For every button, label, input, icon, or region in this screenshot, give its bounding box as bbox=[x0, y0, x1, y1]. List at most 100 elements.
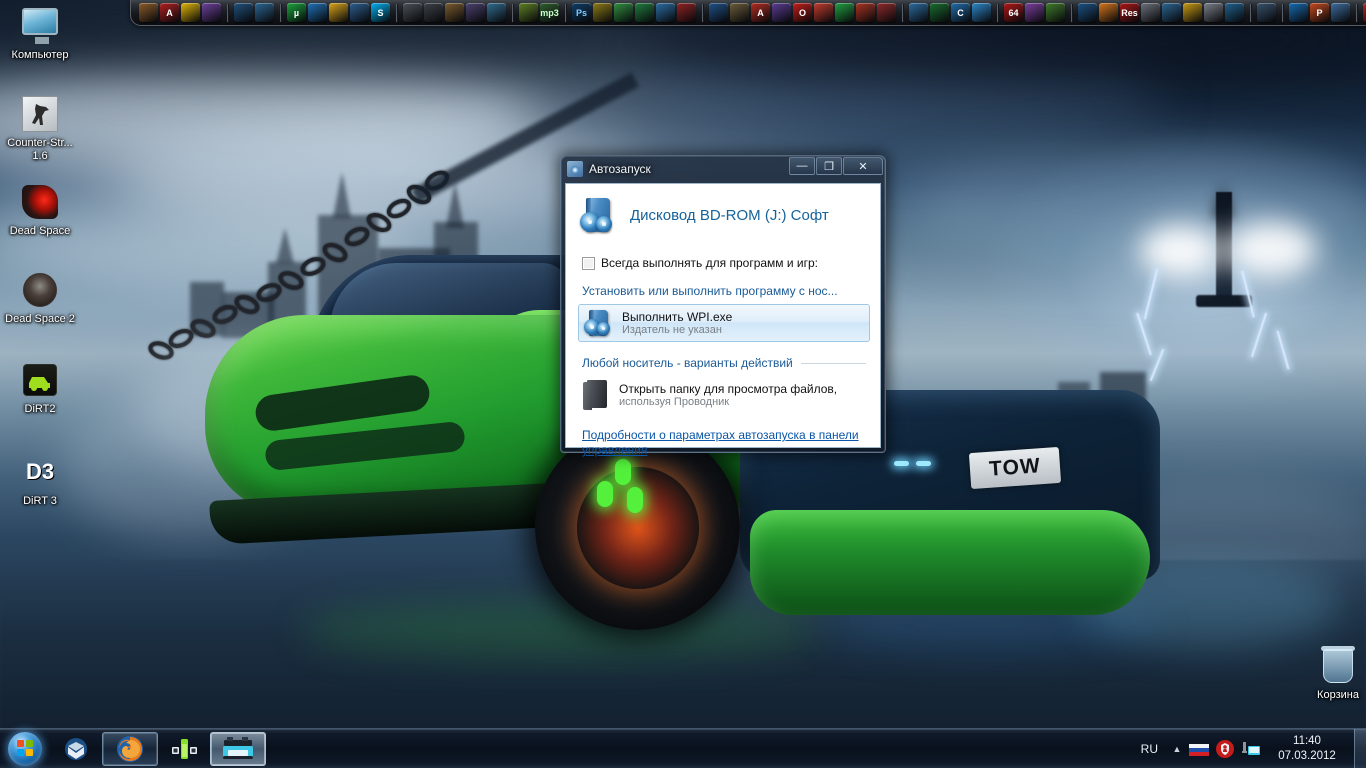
network-icon[interactable] bbox=[1241, 739, 1261, 759]
taskbar-thunderbird[interactable] bbox=[54, 732, 98, 766]
resource-hacker-icon[interactable]: Res bbox=[1120, 3, 1139, 22]
folder-icon bbox=[583, 380, 609, 410]
thunderbird-icon bbox=[65, 737, 87, 760]
section-program-text: Установить или выполнить программу с нос… bbox=[582, 284, 838, 298]
security-shield-icon[interactable] bbox=[1215, 739, 1235, 759]
nero-burn-icon[interactable] bbox=[519, 3, 538, 22]
foxit-reader-icon[interactable] bbox=[772, 3, 791, 22]
network-tool-icon[interactable] bbox=[1331, 3, 1350, 22]
monitor-tool-icon[interactable] bbox=[1257, 3, 1276, 22]
maximize-button[interactable]: ❐ bbox=[816, 157, 842, 175]
winamp-icon[interactable] bbox=[329, 3, 348, 22]
jetaudio-icon[interactable] bbox=[350, 3, 369, 22]
nero-icon[interactable] bbox=[202, 3, 221, 22]
minimize-button[interactable]: — bbox=[789, 157, 815, 175]
skype-icon[interactable]: S bbox=[371, 3, 390, 22]
mp3-tool-icon[interactable]: mp3 bbox=[540, 3, 559, 22]
google-earth-icon[interactable] bbox=[1078, 3, 1097, 22]
desktop-icon-dirt2[interactable]: DiRT2 bbox=[2, 360, 78, 416]
always-do-this-checkbox[interactable] bbox=[582, 256, 595, 270]
toolbar-group: AO bbox=[705, 2, 900, 24]
office-word-icon[interactable] bbox=[709, 3, 728, 22]
desktop-icon-label: Dead Space 2 bbox=[5, 313, 75, 325]
media-player-icon[interactable] bbox=[255, 3, 274, 22]
desktop-tool-icon[interactable] bbox=[1162, 3, 1181, 22]
toolbar-separator bbox=[1356, 3, 1357, 22]
section-media-text: Любой носитель - варианты действий bbox=[582, 356, 793, 370]
teamviewer-icon[interactable] bbox=[1289, 3, 1308, 22]
chrome-icon[interactable] bbox=[814, 3, 833, 22]
key-finder-icon[interactable] bbox=[1183, 3, 1202, 22]
vlc-player-icon[interactable] bbox=[234, 3, 253, 22]
desktop-icon-computer[interactable]: Компьютер bbox=[2, 6, 78, 62]
nod32-icon[interactable] bbox=[909, 3, 928, 22]
flash-player-icon[interactable] bbox=[856, 3, 875, 22]
show-desktop-button[interactable] bbox=[1354, 728, 1366, 768]
daemon-tools-icon[interactable] bbox=[181, 3, 200, 22]
unlocker-icon[interactable] bbox=[1204, 3, 1223, 22]
autoplay-dialog: Автозапуск — ❐ ✕ Дисковод BD-ROM (J:) Со… bbox=[560, 155, 886, 457]
ccleaner-icon[interactable] bbox=[445, 3, 464, 22]
clock-time: 11:40 bbox=[1293, 734, 1321, 747]
paint-tool-icon[interactable] bbox=[487, 3, 506, 22]
settings-gears-icon[interactable] bbox=[403, 3, 422, 22]
dead-space-icon bbox=[20, 182, 60, 222]
dialog-titlebar[interactable]: Автозапуск — ❐ ✕ bbox=[560, 155, 886, 182]
desktop-icon-dead-space[interactable]: Dead Space bbox=[2, 182, 78, 238]
always-do-this-label: Всегда выполнять для программ и игр: bbox=[601, 256, 819, 270]
quick-launch-toolbar[interactable]: AµSmp3PsAOC64ResPPe bbox=[130, 0, 1366, 26]
toolbar-separator bbox=[1250, 3, 1251, 22]
opera-icon[interactable]: O bbox=[793, 3, 812, 22]
clock[interactable]: 11:40 07.03.2012 bbox=[1264, 734, 1350, 764]
show-hidden-icons-button[interactable]: ▲ bbox=[1168, 744, 1186, 754]
system-info-icon[interactable] bbox=[1225, 3, 1244, 22]
desktop-icon-dead-space-2[interactable]: Dead Space 2 bbox=[2, 270, 78, 326]
dirt3-icon: D3 bbox=[25, 459, 55, 484]
desktop-icon-dirt3[interactable]: D3 DiRT 3 bbox=[2, 452, 78, 508]
codec-pack-icon[interactable] bbox=[877, 3, 896, 22]
utorrent-icon[interactable]: µ bbox=[287, 3, 306, 22]
action-run-wpi[interactable]: Выполнить WPI.exe Издатель не указан bbox=[578, 304, 870, 342]
everest-icon[interactable] bbox=[466, 3, 485, 22]
sunrise-app-icon[interactable] bbox=[1099, 3, 1118, 22]
autoplay-settings-link[interactable]: Подробности о параметрах автозапуска в п… bbox=[582, 428, 866, 458]
desktop-icon-recycle-bin[interactable]: Корзина bbox=[1300, 646, 1366, 702]
utorrent-alt-icon[interactable] bbox=[835, 3, 854, 22]
download-master-icon[interactable] bbox=[308, 3, 327, 22]
paint-net-icon[interactable] bbox=[677, 3, 696, 22]
driver-pack-icon[interactable] bbox=[1025, 3, 1044, 22]
tune-up-icon[interactable] bbox=[424, 3, 443, 22]
alcohol120-icon[interactable]: A bbox=[160, 3, 179, 22]
close-button[interactable]: ✕ bbox=[843, 157, 883, 175]
winrar-icon[interactable] bbox=[139, 3, 158, 22]
language-indicator[interactable]: RU bbox=[1131, 742, 1168, 756]
toolbar-group: P bbox=[1285, 2, 1354, 24]
image-viewer-icon[interactable] bbox=[656, 3, 675, 22]
always-do-this-row[interactable]: Всегда выполнять для программ и игр: bbox=[582, 256, 880, 270]
action-open-folder[interactable]: Открыть папку для просмотра файлов, испо… bbox=[578, 376, 870, 414]
desktop-icon-label: Компьютер bbox=[11, 49, 69, 61]
picasa-icon[interactable] bbox=[614, 3, 633, 22]
taskbar-device[interactable] bbox=[210, 731, 266, 766]
powerpoint-icon[interactable]: P bbox=[1310, 3, 1329, 22]
desktop-icon-label: DiRT2 bbox=[24, 403, 56, 415]
dead-space-2-icon bbox=[20, 270, 60, 310]
desktop-icon-counter-strike[interactable]: Counter-Str... 1.6 bbox=[2, 94, 78, 162]
notepad-plus-icon[interactable] bbox=[1046, 3, 1065, 22]
browser-blue-icon[interactable] bbox=[972, 3, 991, 22]
taskbar-green-app[interactable] bbox=[162, 732, 206, 766]
explorer-icon[interactable] bbox=[1141, 3, 1160, 22]
office-64-icon[interactable]: 64 bbox=[1004, 3, 1023, 22]
taskbar-firefox[interactable] bbox=[102, 731, 158, 766]
counter-strike-icon bbox=[20, 94, 60, 134]
archiver-icon[interactable] bbox=[730, 3, 749, 22]
photoshop-icon[interactable]: Ps bbox=[572, 3, 591, 22]
start-button[interactable] bbox=[0, 730, 50, 768]
cobian-backup-icon[interactable]: C bbox=[951, 3, 970, 22]
toolbar-group: Res bbox=[1074, 2, 1248, 24]
acrobat-reader-icon[interactable]: A bbox=[751, 3, 770, 22]
kaspersky-icon[interactable] bbox=[930, 3, 949, 22]
acdsee-icon[interactable] bbox=[635, 3, 654, 22]
russian-flag-icon[interactable] bbox=[1189, 739, 1209, 759]
corel-icon[interactable] bbox=[593, 3, 612, 22]
